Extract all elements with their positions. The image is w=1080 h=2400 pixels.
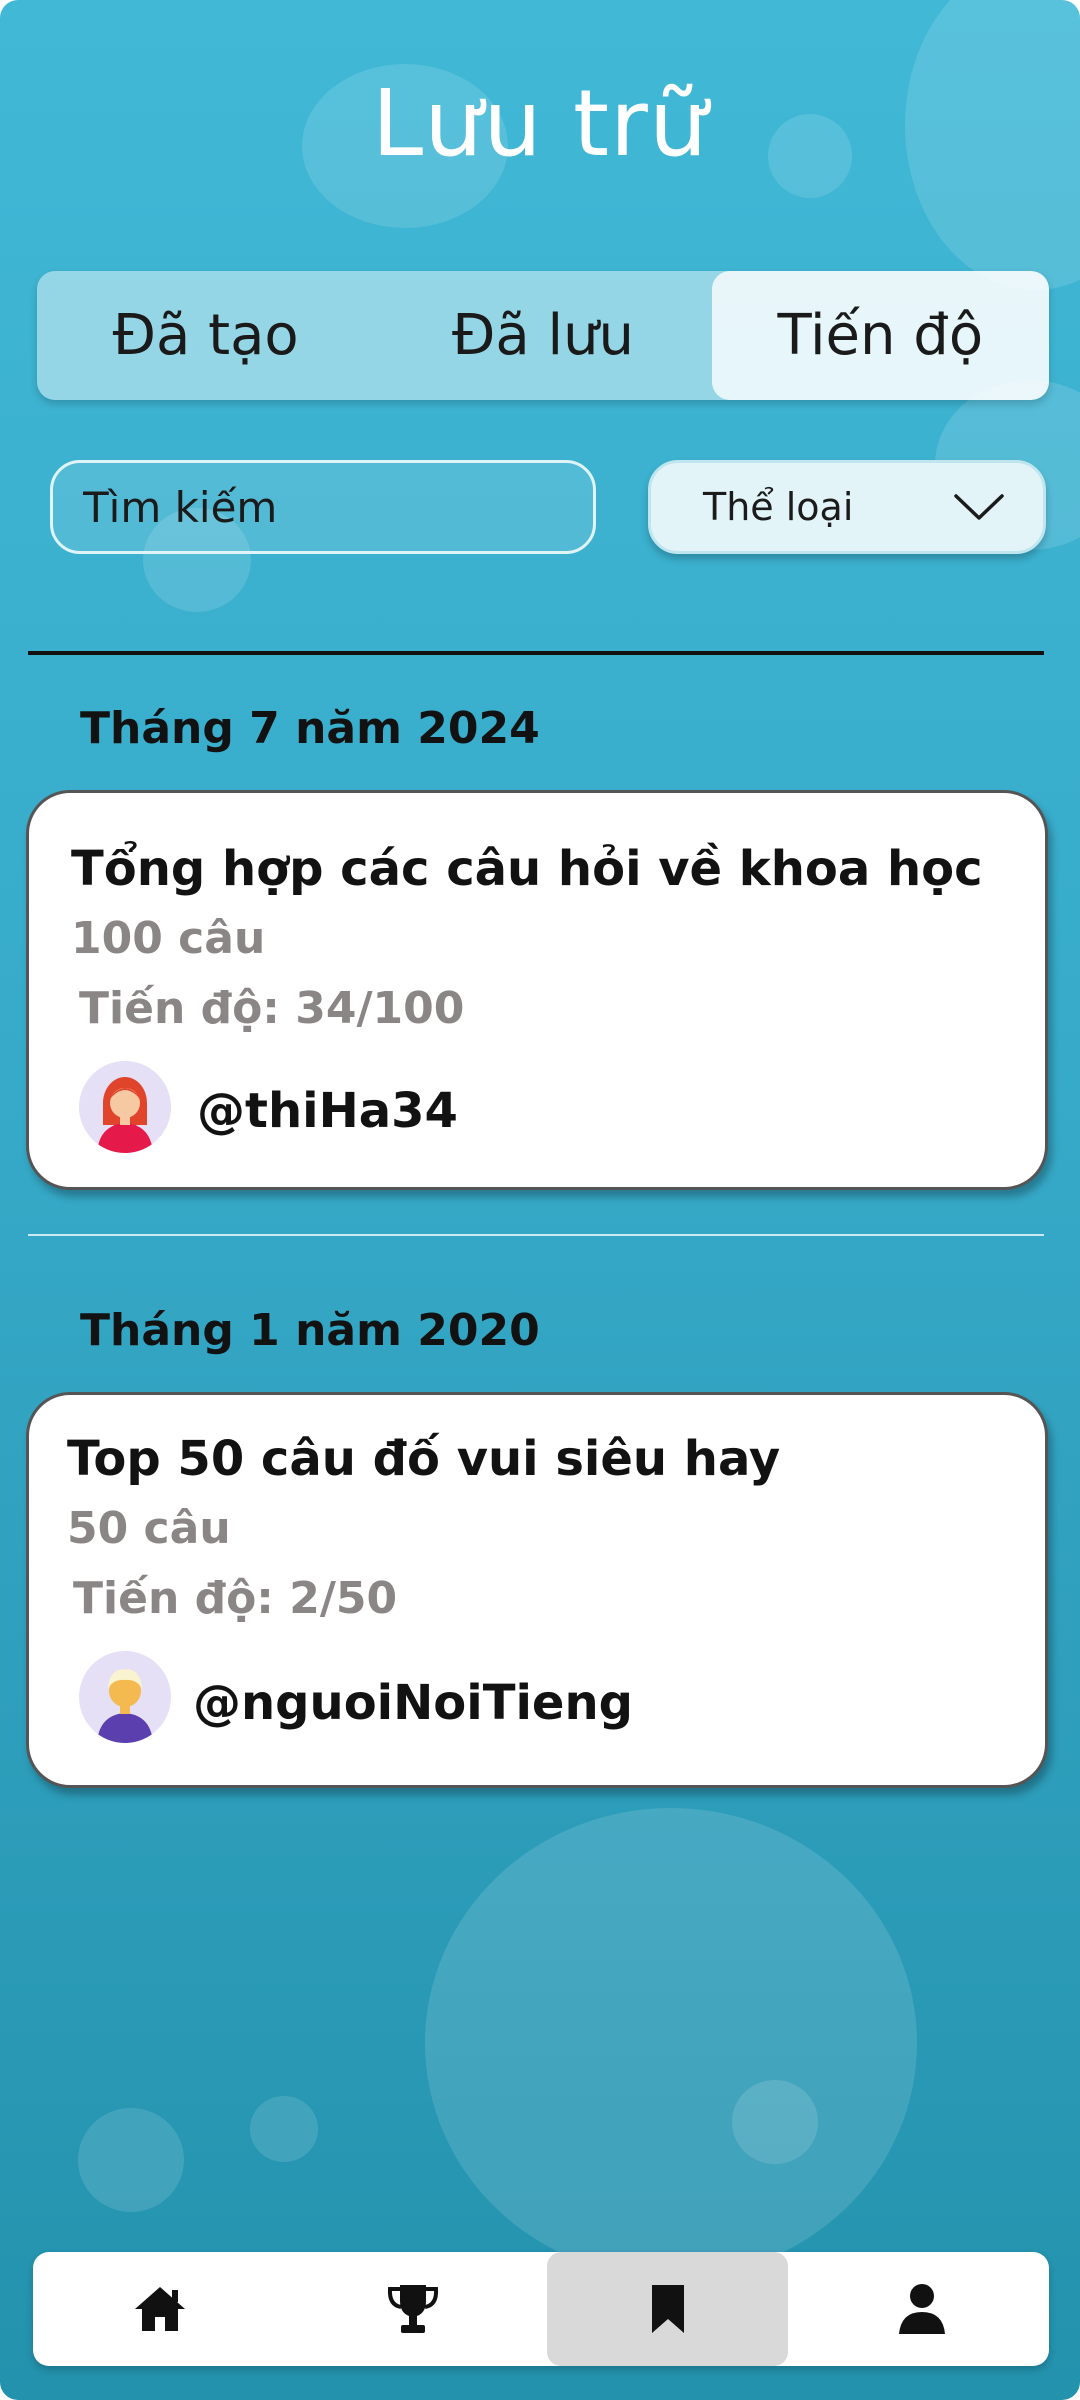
search-box[interactable] bbox=[50, 460, 596, 554]
nav-profile[interactable] bbox=[796, 2252, 1049, 2366]
month-heading: Tháng 1 năm 2020 bbox=[80, 1305, 540, 1356]
avatar-red-hair-icon bbox=[79, 1061, 171, 1153]
category-dropdown-label: Thể loại bbox=[703, 485, 854, 529]
user-icon bbox=[899, 2284, 946, 2334]
quiz-title: Tổng hợp các câu hỏi về khoa học bbox=[71, 841, 983, 897]
decor-bubble bbox=[732, 2080, 818, 2164]
quiz-card[interactable]: Tổng hợp các câu hỏi về khoa học 100 câu… bbox=[26, 790, 1048, 1190]
bookmark-icon bbox=[651, 2285, 684, 2333]
progress-text: Tiến độ: 2/50 bbox=[73, 1573, 398, 1624]
nav-home[interactable] bbox=[33, 2252, 286, 2366]
quiz-card[interactable]: Top 50 câu đố vui siêu hay 50 câu Tiến đ… bbox=[26, 1392, 1048, 1788]
author-username[interactable]: @thiHa34 bbox=[197, 1083, 458, 1139]
nav-leaderboard[interactable] bbox=[286, 2252, 539, 2366]
tab-saved[interactable]: Đã lưu bbox=[374, 271, 711, 400]
avatar-blond-hair-icon bbox=[79, 1651, 171, 1743]
quiz-title: Top 50 câu đố vui siêu hay bbox=[67, 1431, 781, 1487]
category-dropdown[interactable]: Thể loại bbox=[648, 460, 1046, 554]
page-title: Lưu trữ bbox=[371, 70, 709, 177]
month-heading: Tháng 7 năm 2024 bbox=[80, 703, 540, 754]
decor-bubble bbox=[425, 1808, 917, 2278]
trophy-icon bbox=[387, 2285, 438, 2333]
section-divider bbox=[28, 651, 1044, 655]
progress-text: Tiến độ: 34/100 bbox=[79, 983, 465, 1034]
nav-archive[interactable] bbox=[547, 2252, 788, 2366]
chevron-down-icon bbox=[954, 494, 1004, 520]
question-count: 50 câu bbox=[67, 1503, 231, 1554]
tab-progress[interactable]: Tiến độ bbox=[711, 271, 1049, 400]
decor-bubble bbox=[250, 2096, 318, 2162]
tab-created[interactable]: Đã tạo bbox=[37, 271, 374, 400]
search-input[interactable] bbox=[81, 481, 593, 533]
home-icon bbox=[134, 2287, 185, 2331]
question-count: 100 câu bbox=[71, 913, 266, 964]
archive-screen: Lưu trữ Đã tạo Đã lưu Tiến độ Thể loại T… bbox=[0, 0, 1080, 2400]
bottom-nav bbox=[33, 2252, 1049, 2366]
section-divider bbox=[28, 1234, 1044, 1236]
tab-bar: Đã tạo Đã lưu Tiến độ bbox=[37, 271, 1049, 400]
author-username[interactable]: @nguoiNoiTieng bbox=[193, 1675, 633, 1731]
decor-bubble bbox=[78, 2108, 184, 2212]
